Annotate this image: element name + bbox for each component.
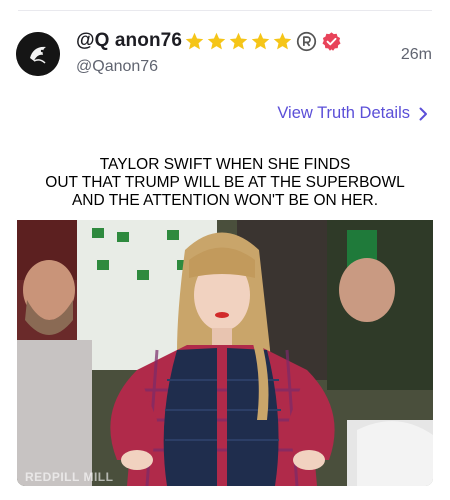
- post-header: @Q anon76 @Qanon76 26m: [16, 28, 434, 84]
- view-truth-details-label: View Truth Details: [277, 104, 410, 122]
- star-icon: [273, 32, 292, 49]
- star-icon: [207, 32, 226, 49]
- meme-caption-line: TAYLOR SWIFT WHEN SHE FINDS: [99, 156, 351, 173]
- display-name[interactable]: @Q anon76: [76, 30, 182, 52]
- view-truth-details-link[interactable]: View Truth Details: [277, 104, 428, 123]
- avatar[interactable]: [16, 32, 60, 76]
- user-handle[interactable]: @Qanon76: [76, 58, 158, 76]
- verified-badge-icon: [322, 31, 341, 51]
- top-divider: [18, 10, 432, 11]
- meme-watermark: REDPILL MILL: [25, 470, 114, 484]
- meme-caption-line: AND THE ATTENTION WON'T BE ON HER.: [71, 192, 379, 209]
- star-icon: [251, 32, 270, 49]
- star-icon: [185, 32, 204, 49]
- name-row: @Q anon76: [76, 30, 342, 52]
- avatar-logo-icon: [16, 32, 60, 76]
- meme-caption-line: OUT THAT TRUMP WILL BE AT THE SUPERBOWL: [45, 174, 405, 191]
- star-rating: [184, 31, 294, 52]
- meme-caption: TAYLOR SWIFT WHEN SHE FINDS OUT THAT TRU…: [17, 156, 433, 210]
- registered-icon: [296, 31, 317, 51]
- meme-photo-illustration: [17, 220, 433, 486]
- meme-photo[interactable]: REDPILL MILL: [17, 220, 433, 486]
- chevron-right-icon: [419, 107, 427, 120]
- post-timestamp: 26m: [400, 46, 432, 63]
- star-icon: [229, 32, 248, 49]
